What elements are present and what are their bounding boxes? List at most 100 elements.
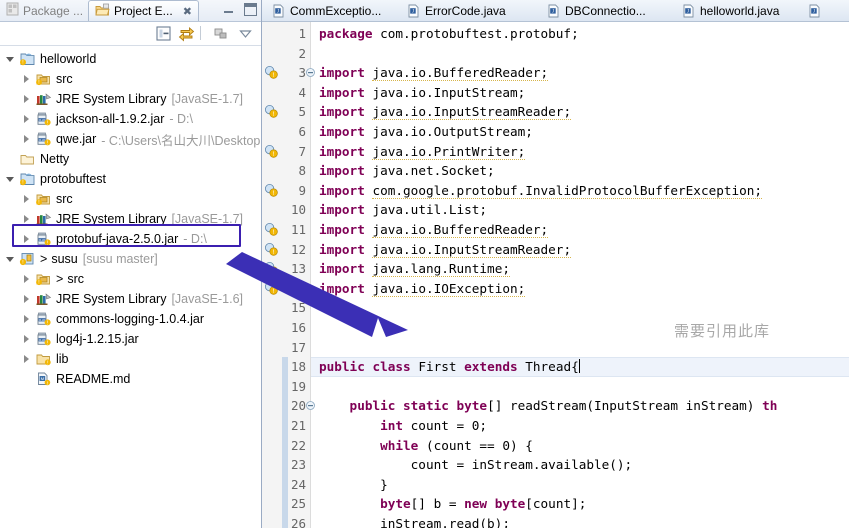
code-line[interactable]: import java.io.InputStreamReader; [319, 240, 572, 260]
warning-marker-icon[interactable]: ! [264, 65, 279, 80]
code-line[interactable]: byte[] b = new byte[count]; [319, 494, 586, 514]
chevron-right-icon[interactable] [22, 354, 33, 365]
line-number: 21 [290, 418, 306, 433]
warning-marker-icon[interactable]: ! [264, 261, 279, 276]
editor-tab-dbconnectio[interactable]: J DBConnectio... [539, 0, 654, 21]
chevron-right-icon[interactable] [22, 234, 33, 245]
editor-tab-bar[interactable]: J CommExceptio... J ErrorCode.java J DBConnec… [262, 0, 849, 22]
code-token: java.io.PrintWriter; [372, 143, 526, 160]
tree-item-src[interactable]: ! src [0, 69, 261, 89]
code-token: import [319, 241, 373, 257]
editor-tab-errorcode-java[interactable]: J ErrorCode.java [399, 0, 514, 21]
code-line[interactable]: import java.util.List; [319, 200, 487, 220]
tree-item-jackson-all-1-9-2-jar[interactable]: 010! jackson-all-1.9.2.jar - D:\ [0, 109, 261, 129]
code-fold-toggle-icon[interactable] [306, 401, 315, 411]
tree-item-commons-logging-1-0-4-jar[interactable]: 010! commons-logging-1.0.4.jar [0, 309, 261, 329]
svg-text:!: ! [38, 280, 39, 286]
chevron-right-icon[interactable] [22, 194, 33, 205]
editor-tab-label: DBConnectio... [565, 3, 646, 18]
tree-item-protobuf-java-2-5-0-jar[interactable]: 010! protobuf-java-2.5.0.jar - D:\ [0, 229, 261, 249]
source-folder-icon: ! [35, 271, 52, 287]
project-tree[interactable]: ! helloworld! src JRE System Library [JavaSE… [0, 46, 261, 389]
chevron-right-icon[interactable] [22, 294, 33, 305]
code-line[interactable]: } [319, 475, 388, 495]
code-line[interactable]: public class First extends Thread{ [319, 357, 580, 377]
code-line[interactable]: import java.net.Socket; [319, 161, 495, 181]
code-line[interactable]: int count = 0; [319, 416, 487, 436]
tree-item-lib[interactable]: ! lib [0, 349, 261, 369]
tree-item-qwe-jar[interactable]: 010! qwe.jar - C:\Users\名山大川\Desktop [0, 129, 261, 149]
code-line[interactable]: import java.io.OutputStream; [319, 122, 533, 142]
chevron-right-icon[interactable] [22, 74, 33, 85]
chevron-down-icon[interactable] [6, 54, 17, 65]
chevron-right-icon[interactable] [22, 134, 33, 145]
maximize-icon[interactable] [244, 3, 257, 16]
chevron-right-icon[interactable] [22, 214, 33, 225]
code-line[interactable]: package com.protobuftest.protobuf; [319, 24, 579, 44]
chevron-right-icon[interactable] [22, 334, 33, 345]
chevron-right-icon[interactable] [22, 274, 33, 285]
tree-item-susu[interactable]: ! > susu [susu master] [0, 249, 261, 269]
tree-item-jre-system-library[interactable]: JRE System Library [JavaSE-1.6] [0, 289, 261, 309]
chevron-down-icon[interactable] [6, 254, 17, 265]
collapse-all-icon[interactable] [155, 25, 172, 42]
chevron-right-icon[interactable] [22, 94, 33, 105]
annotation-gutter[interactable]: !!!!!!!! [262, 22, 283, 528]
svg-text:!: ! [22, 260, 23, 266]
chevron-down-icon[interactable] [6, 174, 17, 185]
close-icon[interactable]: ✖ [183, 5, 192, 18]
line-number: 18 [290, 359, 306, 375]
code-token: java.lang.Runtime; [372, 261, 510, 278]
code-line[interactable]: public static byte[] readStream(InputStr… [319, 396, 778, 416]
link-with-editor-icon[interactable] [178, 25, 195, 42]
code-line[interactable]: import com.google.protobuf.InvalidProtoc… [319, 181, 763, 201]
tree-item-protobuftest[interactable]: ! protobuftest [0, 169, 261, 189]
code-line[interactable]: import java.lang.Runtime; [319, 259, 510, 279]
eclipse-ide-window: Package ... Project E... ✖ ! helloworld … [0, 0, 849, 528]
chevron-right-icon[interactable] [22, 114, 33, 125]
tree-item-netty[interactable]: Netty [0, 149, 261, 169]
code-line[interactable]: import java.io.InputStream; [319, 83, 525, 103]
code-line[interactable]: import java.io.BufferedReader; [319, 63, 549, 83]
focus-on-active-task-icon[interactable] [212, 25, 229, 42]
view-menu-icon[interactable] [237, 25, 254, 42]
tree-item-helloworld[interactable]: ! helloworld [0, 49, 261, 69]
warning-marker-icon[interactable]: ! [264, 222, 279, 237]
warning-marker-icon[interactable]: ! [264, 183, 279, 198]
tree-item-jre-system-library[interactable]: JRE System Library [JavaSE-1.7] [0, 209, 261, 229]
editor-tab-overflow[interactable]: J [800, 0, 834, 21]
tree-item-jre-system-library[interactable]: JRE System Library [JavaSE-1.7] [0, 89, 261, 109]
code-fold-toggle-icon[interactable] [306, 68, 315, 78]
code-line[interactable]: import java.io.PrintWriter; [319, 142, 526, 162]
warning-marker-icon[interactable]: ! [264, 104, 279, 119]
tab-package-explorer[interactable]: Package ... [0, 0, 89, 21]
code-token: First [418, 359, 465, 375]
editor-tab-helloworld-java[interactable]: Jhelloworld.java [674, 0, 787, 21]
warning-marker-icon[interactable]: ! [264, 242, 279, 257]
tree-item-readme-md[interactable]: M! README.md [0, 369, 261, 389]
warning-marker-icon[interactable]: ! [264, 281, 279, 296]
code-line[interactable]: while (count == 0) { [319, 436, 533, 456]
tree-item-src[interactable]: ! > src [0, 269, 261, 289]
source-code-text[interactable]: package com.protobuftest.protobuf; import… [311, 22, 849, 528]
code-line[interactable]: inStream.read(b); [319, 514, 510, 528]
code-line[interactable]: import java.io.InputStreamReader; [319, 102, 572, 122]
chevron-right-icon[interactable] [22, 314, 33, 325]
tab-project-explorer[interactable]: Project E... ✖ [88, 0, 199, 21]
line-number: 15 [290, 300, 306, 316]
warning-marker-icon[interactable]: ! [264, 144, 279, 159]
code-line[interactable]: import java.io.BufferedReader; [319, 220, 549, 240]
tree-item-log4j-1-2-15-jar[interactable]: 010! log4j-1.2.15.jar [0, 329, 261, 349]
svg-text:010: 010 [39, 338, 45, 342]
git-project-icon: ! [19, 251, 36, 267]
editor-tab-label: ErrorCode.java [425, 3, 506, 18]
code-line[interactable]: count = inStream.available(); [319, 455, 633, 475]
code-token: inStream.read(b); [319, 516, 510, 528]
java-project-icon: ! [19, 51, 36, 67]
tree-item-label: qwe.jar [56, 132, 97, 146]
editor-body[interactable]: !!!!!!!! 1 2 3 4 5 6 7 8 9 10 11 12 13 14 15 16 17 18 19 20… [262, 22, 849, 528]
editor-tab-commexceptio[interactable]: J CommExceptio... [264, 0, 389, 21]
minimize-icon[interactable] [222, 3, 235, 16]
tree-item-src[interactable]: ! src [0, 189, 261, 209]
code-line[interactable]: import java.io.IOException; [319, 279, 526, 299]
